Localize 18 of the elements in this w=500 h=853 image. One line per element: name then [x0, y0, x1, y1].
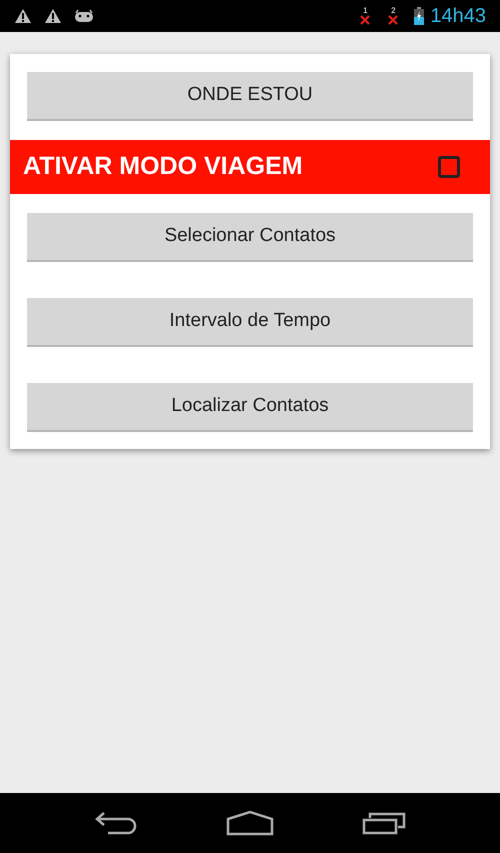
- clock: 14h43: [430, 4, 486, 29]
- menu-button[interactable]: Selecionar Contatos: [27, 213, 473, 262]
- no-signal-icon: [388, 15, 398, 25]
- no-signal-icon: [360, 15, 370, 25]
- recent-apps-icon[interactable]: [362, 811, 406, 835]
- warning-icon: [14, 8, 32, 24]
- battery-icon: [414, 7, 424, 25]
- menu-button[interactable]: Localizar Contatos: [27, 383, 473, 432]
- checkbox[interactable]: [438, 156, 460, 178]
- android-icon: [74, 9, 94, 23]
- warning-icon: [44, 8, 62, 24]
- home-icon[interactable]: [226, 810, 274, 836]
- menu-button[interactable]: Intervalo de Tempo: [27, 298, 473, 347]
- travel-mode-label: ATIVAR MODO VIAGEM: [23, 151, 304, 182]
- location-button[interactable]: ONDE ESTOU: [27, 72, 473, 121]
- sim-number: 1: [363, 7, 368, 15]
- sim-number: 2: [391, 7, 396, 15]
- back-icon[interactable]: [94, 811, 138, 835]
